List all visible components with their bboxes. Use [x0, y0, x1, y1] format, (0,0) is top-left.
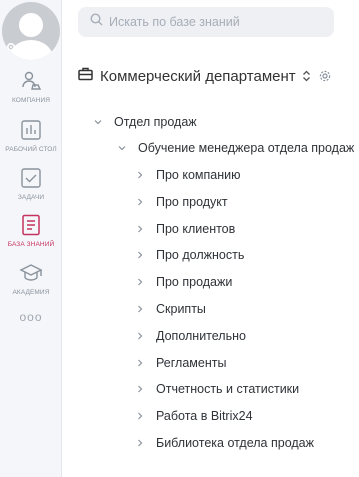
sidebar-item-desktop[interactable]: Рабочий стол	[0, 117, 62, 153]
sidebar-item-company[interactable]: Компания	[0, 68, 62, 104]
tree-item-label: Библиотека отдела продаж	[156, 436, 314, 450]
settings-gear-icon[interactable]	[319, 70, 331, 82]
more-menu-icon[interactable]: ooo	[0, 310, 62, 324]
search-input[interactable]	[109, 15, 319, 29]
chevron-right-icon[interactable]	[132, 435, 148, 451]
sidebar: Компания Рабочий стол Задачи База знаний	[0, 0, 62, 477]
chevron-right-icon[interactable]	[132, 355, 148, 371]
tree-node-root[interactable]: Отдел продаж	[90, 112, 197, 132]
tree-item-label: Про компанию	[156, 168, 241, 182]
tree-item-label: Про клиентов	[156, 222, 236, 236]
sidebar-item-label: Рабочий стол	[5, 146, 57, 153]
chevron-down-icon[interactable]	[90, 114, 106, 130]
briefcase-icon	[78, 67, 93, 86]
tree-item[interactable]: Про продукт	[132, 192, 228, 212]
gear-icon[interactable]	[6, 42, 18, 54]
academy-icon	[18, 260, 44, 286]
chevron-right-icon[interactable]	[132, 381, 148, 397]
chevron-right-icon[interactable]	[132, 221, 148, 237]
search-icon	[90, 13, 103, 31]
tree-item-label: Про должность	[156, 248, 245, 262]
chevron-right-icon[interactable]	[132, 328, 148, 344]
tree-item-label: Работа в Bitrix24	[156, 409, 253, 423]
sidebar-item-academy[interactable]: Академия	[0, 260, 62, 296]
tree-item[interactable]: Регламенты	[132, 353, 226, 373]
tree-item[interactable]: Про компанию	[132, 165, 241, 185]
tree-item[interactable]: Работа в Bitrix24	[132, 406, 253, 426]
chevron-right-icon[interactable]	[132, 194, 148, 210]
chevron-right-icon[interactable]	[132, 408, 148, 424]
chevron-right-icon[interactable]	[132, 167, 148, 183]
sort-toggle-icon[interactable]	[302, 70, 311, 82]
desktop-icon	[18, 117, 44, 143]
tree-item-label: Скрипты	[156, 302, 206, 316]
tree-item[interactable]: Про клиентов	[132, 219, 235, 239]
avatar[interactable]	[0, 0, 62, 62]
sidebar-item-label: Задачи	[17, 194, 45, 201]
tree-item-label: Регламенты	[156, 356, 227, 370]
sidebar-item-label: База знаний	[7, 241, 55, 248]
tree-node-label: Обучение менеджера отдела продаж	[138, 141, 355, 155]
company-icon	[18, 68, 44, 94]
tree-item[interactable]: Отчетность и статистики	[132, 379, 299, 399]
chevron-down-icon[interactable]	[114, 140, 130, 156]
tree-node-label: Отдел продаж	[114, 115, 197, 129]
tree-item[interactable]: Про продажи	[132, 272, 232, 292]
tree-item[interactable]: Дополнительно	[132, 326, 246, 346]
tree-item-label: Дополнительно	[156, 329, 246, 343]
search-bar[interactable]	[78, 7, 334, 37]
tree-item[interactable]: Библиотека отдела продаж	[132, 433, 314, 453]
tree-item[interactable]: Скрипты	[132, 299, 206, 319]
sidebar-item-knowledge-base[interactable]: База знаний	[0, 212, 62, 248]
tree-node-child[interactable]: Обучение менеджера отдела продаж	[114, 138, 354, 158]
tree-item-label: Про продажи	[156, 275, 233, 289]
chevron-right-icon[interactable]	[132, 247, 148, 263]
chevron-right-icon[interactable]	[132, 301, 148, 317]
sidebar-item-tasks[interactable]: Задачи	[0, 165, 62, 201]
tree-item-label: Отчетность и статистики	[156, 382, 300, 396]
tree-item[interactable]: Про должность	[132, 245, 244, 265]
tree-item-label: Про продукт	[156, 195, 228, 209]
sidebar-item-label: Компания	[11, 97, 51, 104]
sidebar-item-label: Академия	[12, 289, 50, 296]
knowledge-base-icon	[18, 212, 44, 238]
section-header: Коммерческий департамент	[78, 64, 353, 88]
tasks-icon	[18, 165, 44, 191]
page-title: Коммерческий департамент	[100, 67, 296, 85]
chevron-right-icon[interactable]	[132, 274, 148, 290]
